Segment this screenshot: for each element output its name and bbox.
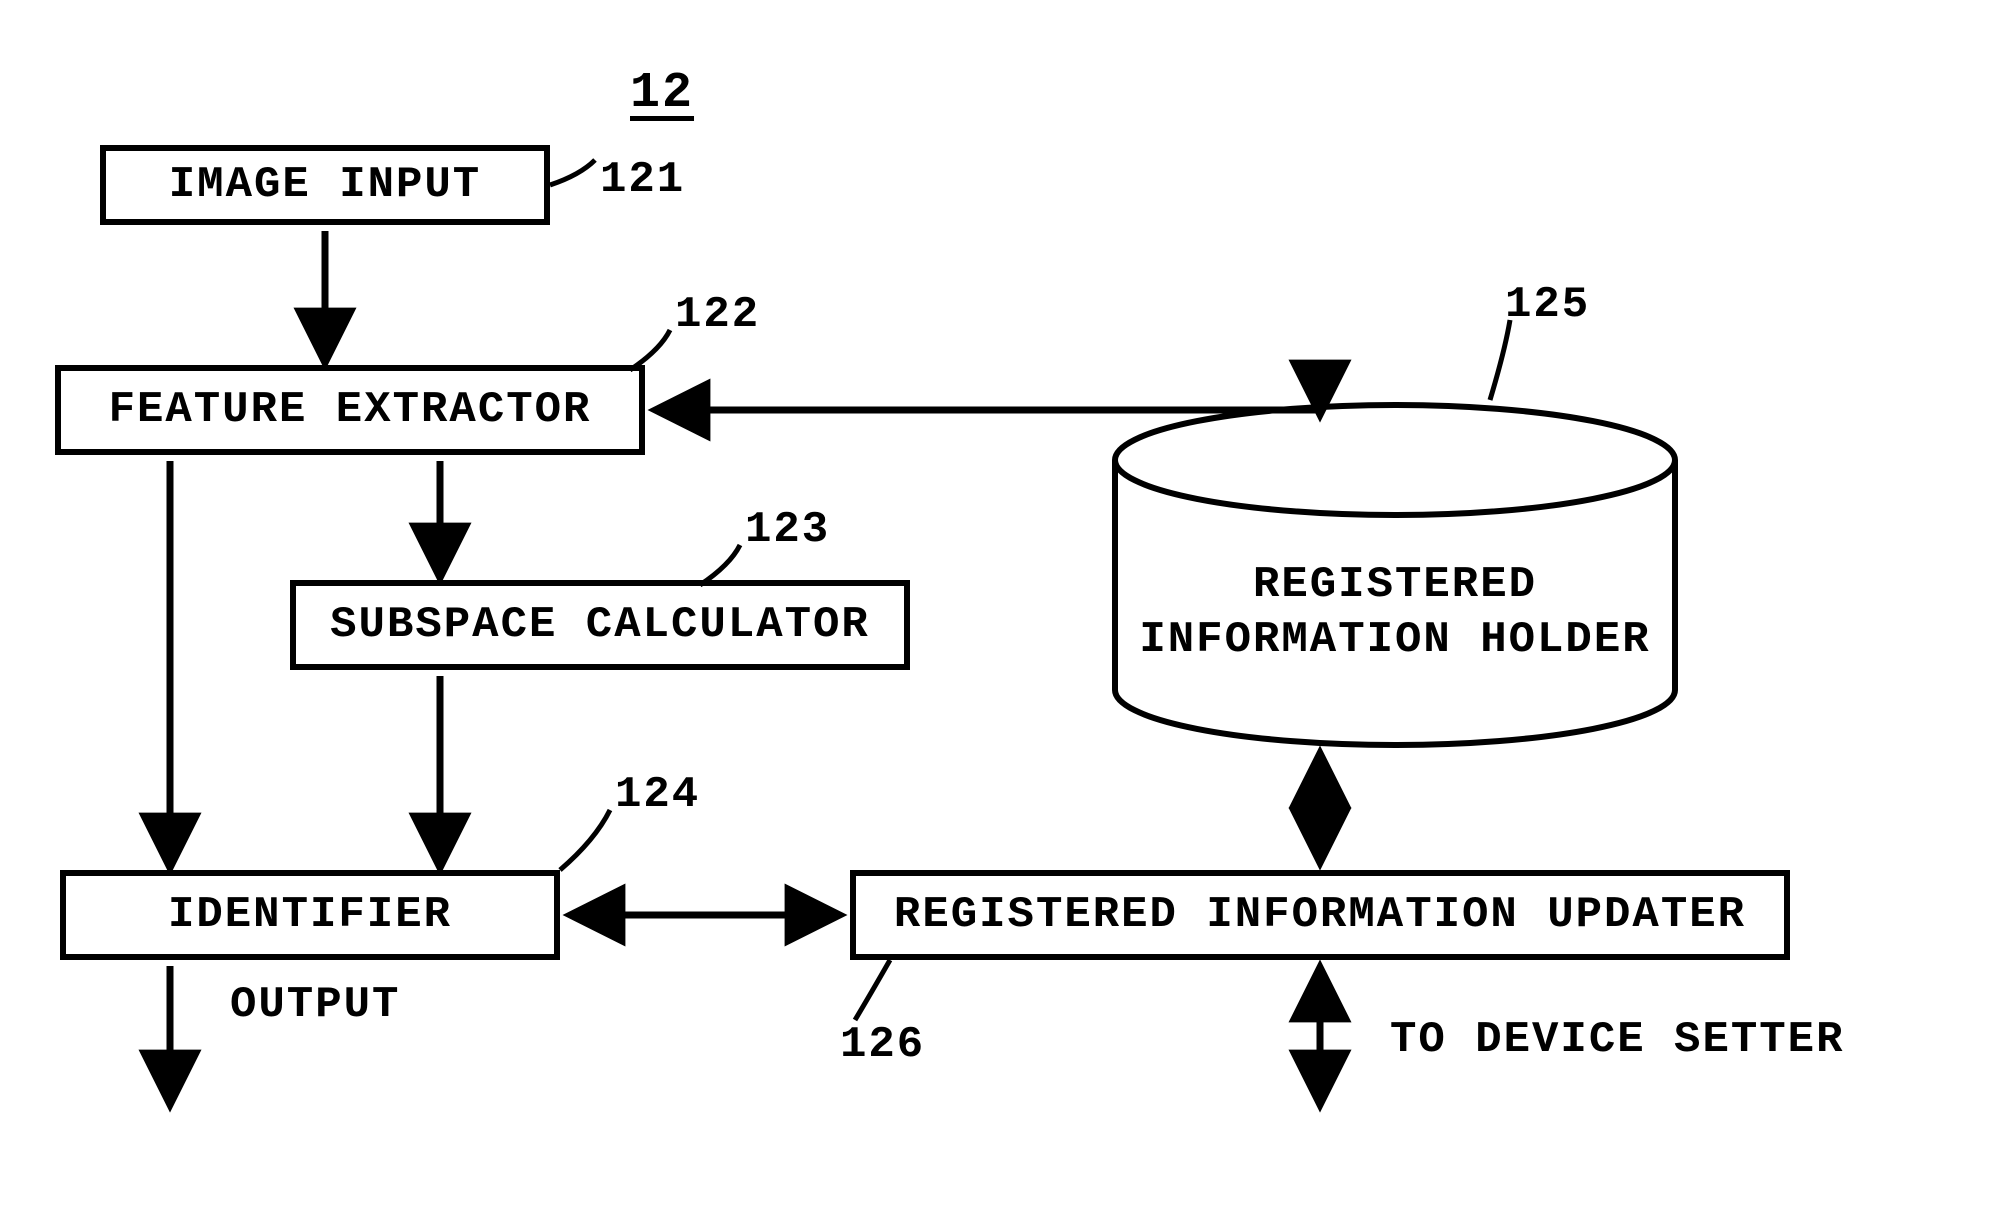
leader-125 (1490, 320, 1510, 400)
leader-124 (560, 810, 610, 870)
cylinder-db (1115, 405, 1675, 745)
diagram-svg (0, 0, 1995, 1209)
leader-123 (700, 545, 740, 585)
leader-121 (550, 160, 595, 185)
diagram-stage: 12 IMAGE INPUT 121 FEATURE EXTRACTOR 122… (0, 0, 1995, 1209)
leader-126 (855, 960, 890, 1020)
arrow-db-to-extractor (660, 400, 1320, 410)
leader-122 (630, 330, 670, 370)
